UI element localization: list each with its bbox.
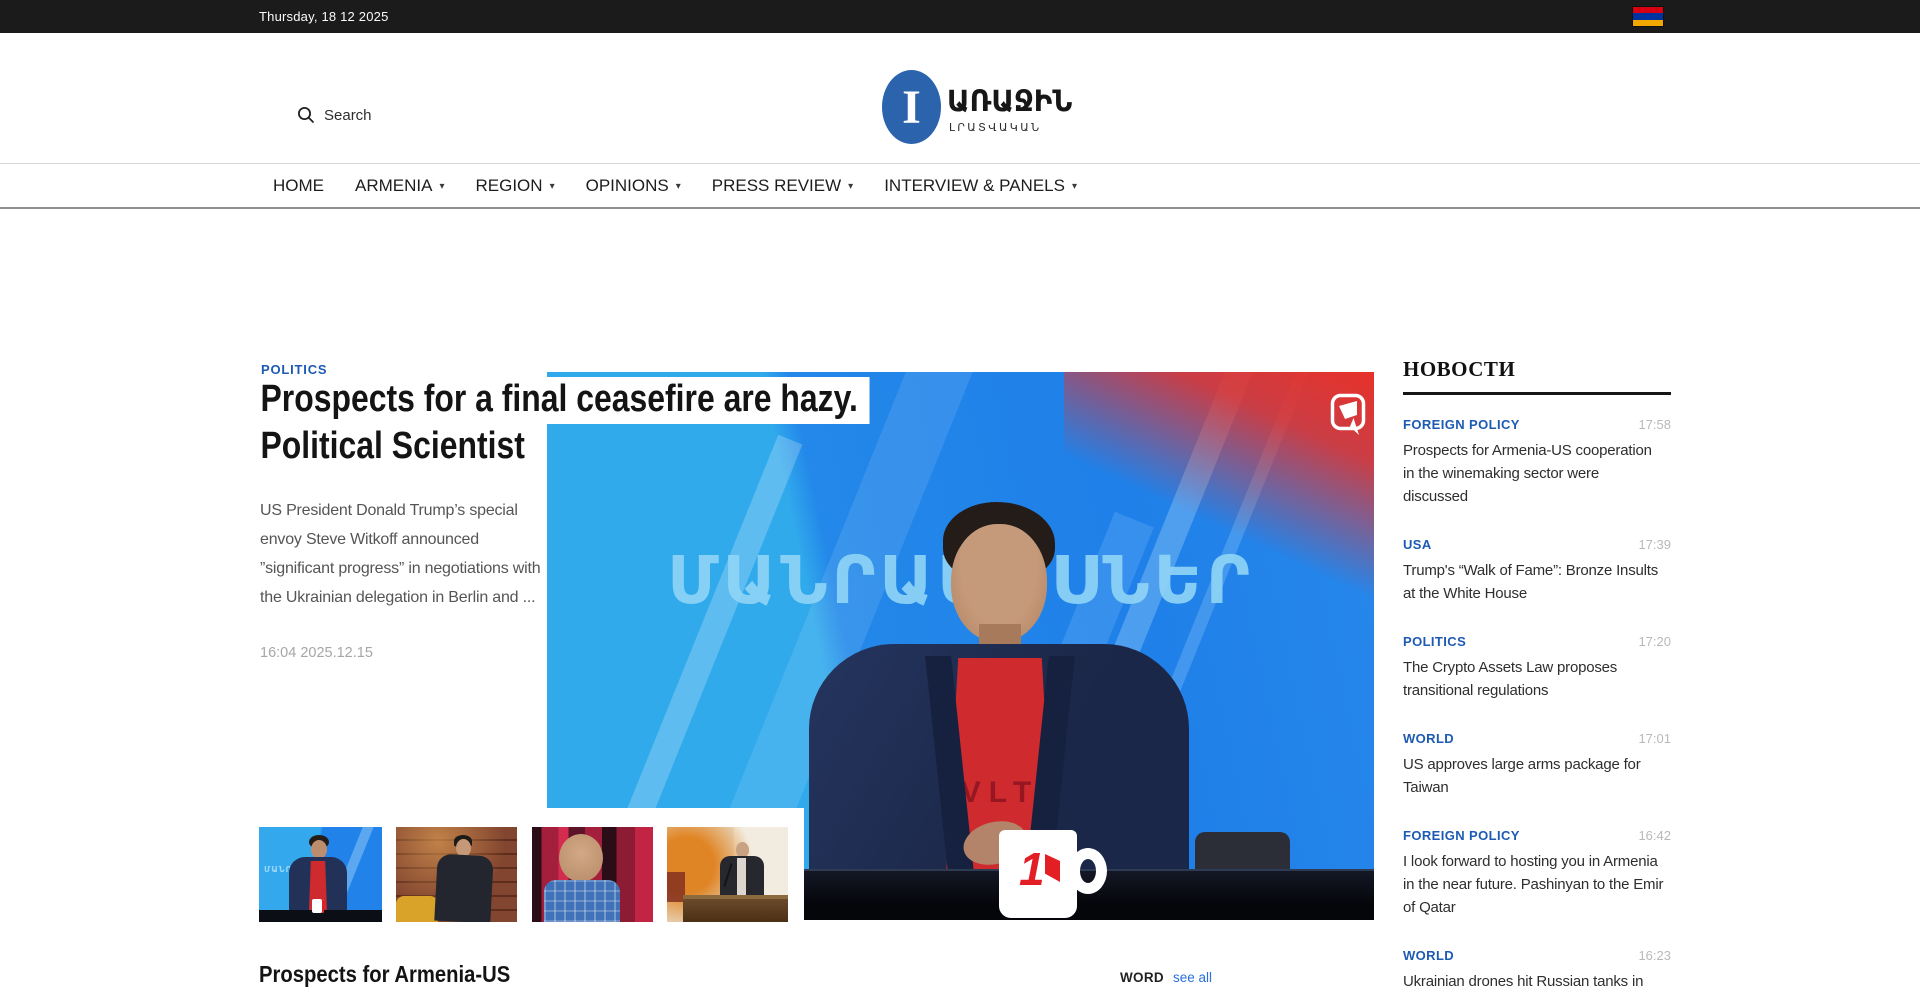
sidebar-item-time: 17:20 [1638,634,1671,649]
sidebar-item-time: 16:23 [1638,948,1671,963]
sidebar-item-title[interactable]: Ukrainian drones hit Russian tanks in Ro… [1403,970,1665,993]
thumb-figure [737,858,746,898]
see-all-link[interactable]: see all [1173,970,1212,985]
thumb-podium [683,895,788,922]
current-date: Thursday, 18 12 2025 [259,9,389,24]
sidebar-item-time: 16:42 [1638,828,1671,843]
video-thumbnail-podium[interactable] [667,827,788,922]
mug-logo-flag [1045,854,1060,882]
word-section-label: WORD [1120,970,1164,985]
sidebar-title: НОВОСТИ [1403,357,1671,382]
featured-excerpt: US President Donald Trump’s special envo… [260,496,541,612]
main-navigation: HOME ARMENIA ▾ REGION ▾ OPINIONS ▾ PRESS… [0,163,1920,209]
sidebar-item-title[interactable]: Trump's “Walk of Fame”: Bronze Insults a… [1403,559,1665,605]
video-thumbnail-red-studio[interactable] [532,827,653,922]
nav-item-armenia[interactable]: ARMENIA ▾ [355,176,445,196]
chevron-down-icon: ▾ [676,179,681,192]
news-homepage: Thursday, 18 12 2025 Search I ԱՌԱՋԻՆ ԼՐԱ… [0,0,1920,993]
nav-item-region[interactable]: REGION ▾ [476,176,555,196]
video-thumbnail-studio[interactable]: ՄԱՆՐԱՄԱՍՆԵՐ [259,827,382,922]
sidebar-item-title[interactable]: US approves large arms package for Taiwa… [1403,753,1665,799]
top-bar: Thursday, 18 12 2025 [0,0,1920,33]
chevron-down-icon: ▾ [439,179,444,192]
site-logo[interactable]: I [882,70,941,144]
headline-line: Prospects for a final ceasefire are hazy… [258,377,870,424]
nav-label: PRESS REVIEW [712,176,841,196]
sidebar-item-title[interactable]: I look forward to hosting you in Armenia… [1403,850,1665,919]
sidebar-news-item: WORLD 16:23 Ukrainian drones hit Russian… [1403,948,1671,993]
nav-item-opinions[interactable]: OPINIONS ▾ [586,176,681,196]
nav-item-interview-panels[interactable]: INTERVIEW & PANELS ▾ [884,176,1077,196]
nav-item-home[interactable]: HOME [273,176,324,196]
logo-letter: I [902,80,921,135]
next-article-title[interactable]: Prospects for Armenia-US [259,961,510,988]
branded-mug: 1 [999,830,1077,918]
chevron-down-icon: ▾ [1072,179,1077,192]
thumb-mug [312,899,324,913]
sidebar-item-title[interactable]: The Crypto Assets Law proposes transitio… [1403,656,1665,702]
thumb-figure [559,834,603,882]
mug-logo: 1 [1019,842,1045,896]
flag-stripe-orange [1633,20,1663,26]
thumb-figure [434,854,493,922]
sidebar-item-title[interactable]: Prospects for Armenia-US cooperation in … [1403,439,1665,508]
news-sidebar: НОВОСТИ FOREIGN POLICY 17:58 Prospects f… [1403,357,1671,993]
chevron-down-icon: ▾ [848,179,853,192]
featured-timestamp: 16:04 2025.12.15 [260,645,373,661]
sidebar-category-link[interactable]: WORLD [1403,731,1454,746]
headline-text: Political Scientist [258,424,537,471]
nav-label: HOME [273,176,324,196]
nav-items: HOME ARMENIA ▾ REGION ▾ OPINIONS ▾ PRESS… [273,164,1077,207]
search-label: Search [324,107,372,124]
featured-headline[interactable]: Prospects for a final ceasefire are hazy… [258,377,870,471]
nav-label: OPINIONS [586,176,669,196]
sidebar-category-link[interactable]: WORLD [1403,948,1454,963]
sidebar-news-item: USA 17:39 Trump's “Walk of Fame”: Bronze… [1403,537,1671,605]
sidebar-item-meta: FOREIGN POLICY 16:42 [1403,828,1671,843]
channel-watermark-icon [1330,393,1367,438]
sidebar-category-link[interactable]: FOREIGN POLICY [1403,828,1520,843]
logo-subtitle: ԼՐԱՏՎԱԿԱՆ [949,121,1042,134]
sidebar-category-link[interactable]: USA [1403,537,1432,552]
sidebar-item-meta: FOREIGN POLICY 17:58 [1403,417,1671,432]
nav-item-press-review[interactable]: PRESS REVIEW ▾ [712,176,853,196]
thumb-couch [396,896,438,922]
sidebar-item-meta: WORLD 17:01 [1403,731,1671,746]
sidebar-item-meta: USA 17:39 [1403,537,1671,552]
sidebar-news-item: WORLD 17:01 US approves large arms packa… [1403,731,1671,799]
search-button[interactable]: Search [297,106,372,124]
sidebar-item-meta: POLITICS 17:20 [1403,634,1671,649]
armenia-flag-icon[interactable] [1633,7,1663,26]
search-icon [297,106,315,124]
thumb-figure [544,880,620,922]
nav-label: ARMENIA [355,176,432,196]
featured-category-link[interactable]: POLITICS [261,362,327,377]
sidebar-category-link[interactable]: FOREIGN POLICY [1403,417,1520,432]
sidebar-item-time: 17:01 [1638,731,1671,746]
sidebar-news-item: POLITICS 17:20 The Crypto Assets Law pro… [1403,634,1671,702]
nav-label: INTERVIEW & PANELS [884,176,1065,196]
chevron-down-icon: ▾ [550,179,555,192]
sidebar-rule [1403,392,1671,395]
headline-text: Prospects for a final ceasefire are hazy… [258,377,870,424]
sidebar-item-time: 17:58 [1638,417,1671,432]
nav-label: REGION [476,176,543,196]
sidebar-item-time: 17:39 [1638,537,1671,552]
sidebar-news-item: FOREIGN POLICY 17:58 Prospects for Armen… [1403,417,1671,508]
logo-title[interactable]: ԱՌԱՋԻՆ [947,84,1072,119]
sidebar-list: FOREIGN POLICY 17:58 Prospects for Armen… [1403,417,1671,993]
headline-line: Political Scientist [258,424,870,471]
sidebar-item-meta: WORLD 16:23 [1403,948,1671,963]
sidebar-category-link[interactable]: POLITICS [1403,634,1466,649]
video-thumbnail-brick-interview[interactable] [396,827,517,922]
sidebar-news-item: FOREIGN POLICY 16:42 I look forward to h… [1403,828,1671,919]
